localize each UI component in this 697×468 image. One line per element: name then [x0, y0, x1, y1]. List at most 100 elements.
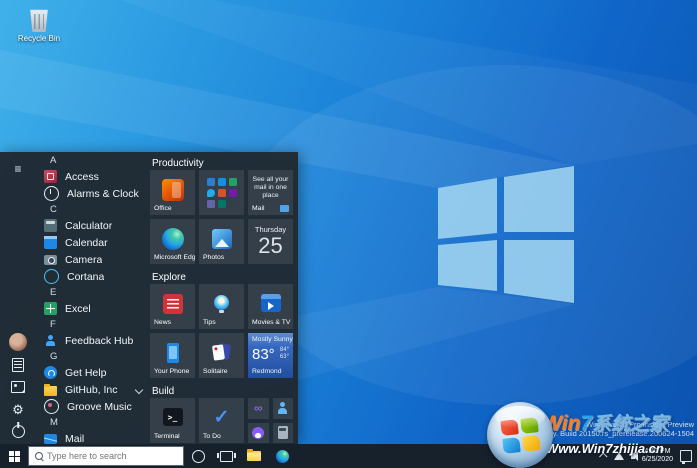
app-item-calculator[interactable]: Calculator [36, 217, 148, 234]
start-menu: ≡ ⚙ A Access Alarms & ClockCCalculator Cale… [0, 152, 298, 444]
pictures-icon [11, 381, 25, 393]
excel-icon [229, 178, 237, 186]
tile-movies-tv[interactable]: Movies & TV [248, 284, 293, 329]
app-item-label: Groove Music [67, 401, 132, 413]
app-item-cortana[interactable]: Cortana [36, 268, 148, 285]
onenote-icon [229, 189, 237, 197]
cortana-button[interactable] [184, 444, 212, 468]
folder-icon [247, 451, 261, 461]
github-folder-icon [44, 386, 57, 396]
app-item-access[interactable]: Access [36, 168, 148, 185]
tile-dev-person[interactable] [273, 398, 294, 419]
tile-office[interactable]: Office [150, 170, 195, 215]
tile-label: Solitaire [203, 368, 228, 375]
tile-solitaire[interactable]: Solitaire [199, 333, 244, 378]
app-item-label: Feedback Hub [65, 335, 133, 347]
task-view-icon [220, 451, 233, 462]
tile-calendar[interactable]: Thursday 25 [248, 219, 293, 264]
todo-check-icon: ✓ [214, 408, 230, 427]
visual-studio-icon: ∞ [254, 402, 263, 414]
hamburger-icon: ≡ [14, 163, 21, 175]
task-view-button[interactable] [212, 444, 240, 468]
power-icon [12, 425, 25, 438]
settings-button[interactable]: ⚙ [6, 398, 30, 420]
tile-group-title-productivity[interactable]: Productivity [152, 156, 298, 170]
tile-label: Your Phone [154, 368, 189, 375]
search-input[interactable] [47, 451, 183, 461]
app-item-groove-music[interactable]: Groove Music [36, 398, 148, 415]
tile-mail[interactable]: See all your mail in one place Mail [248, 170, 293, 215]
calculator-icon [278, 426, 288, 439]
action-center-icon[interactable] [680, 450, 692, 462]
tile-group-title-explore[interactable]: Explore [152, 270, 298, 284]
office-icon [162, 179, 184, 201]
file-explorer-button[interactable] [240, 444, 268, 468]
weather-city: Redmond [252, 368, 281, 375]
tile-tips[interactable]: Tips [199, 284, 244, 329]
app-item-label: Access [65, 171, 99, 183]
app-item-get-help[interactable]: Get Help [36, 364, 148, 381]
calculator-icon [44, 219, 57, 232]
calendar-icon [44, 236, 57, 249]
edge-taskbar-button[interactable] [268, 444, 296, 468]
taskbar-search[interactable] [28, 446, 184, 466]
tile-weather[interactable]: Mostly Sunny 83° 84° 63° Redmond [248, 333, 293, 378]
user-account-button[interactable] [6, 330, 30, 354]
start-button[interactable] [0, 444, 28, 468]
tile-github-desktop[interactable] [248, 423, 269, 444]
mail-tile-message: See all your mail in one place [251, 176, 290, 200]
documents-button[interactable] [6, 354, 30, 376]
app-item-alarms-clock[interactable]: Alarms & Clock [36, 185, 148, 202]
gear-icon: ⚙ [12, 403, 24, 416]
solitaire-cards-icon [211, 343, 233, 363]
power-button[interactable] [6, 420, 30, 442]
user-avatar [9, 333, 27, 351]
tips-lightbulb-icon [214, 295, 229, 310]
tile-your-phone[interactable]: Your Phone [150, 333, 195, 378]
expand-menu-button[interactable]: ≡ [6, 158, 30, 180]
app-section-header-g[interactable]: G [36, 349, 148, 364]
app-section-header-m[interactable]: M [36, 415, 148, 430]
tile-visual-studio[interactable]: ∞ [248, 398, 269, 419]
app-section-header-e[interactable]: E [36, 285, 148, 300]
app-item-mail[interactable]: Mail [36, 430, 148, 444]
recycle-bin-desktop-icon[interactable]: Recycle Bin [12, 8, 66, 43]
app-item-feedback-hub[interactable]: Feedback Hub [36, 332, 148, 349]
terminal-icon: >_ [163, 408, 183, 426]
pictures-button[interactable] [6, 376, 30, 398]
app-item-github-inc[interactable]: GitHub, Inc [36, 381, 148, 398]
tile-label: To Do [203, 433, 221, 440]
tile-label: Terminal [154, 433, 180, 440]
tile-group-title-build[interactable]: Build [152, 384, 298, 398]
small-tile-group: ∞ [248, 398, 293, 443]
tile-microsoft-edge[interactable]: Microsoft Edge [150, 219, 195, 264]
alarms-icon [44, 186, 59, 201]
tile-office-apps-folder[interactable] [199, 170, 244, 215]
github-icon [252, 427, 264, 439]
watermark-suffix: 系统之家 [592, 414, 668, 435]
app-section-header-a[interactable]: A [36, 153, 148, 168]
phone-icon [167, 343, 179, 363]
app-section-header-f[interactable]: F [36, 317, 148, 332]
weather-high-low: 84° 63° [280, 347, 289, 361]
app-item-excel[interactable]: Excel [36, 300, 148, 317]
photos-icon [212, 229, 232, 249]
outlook-icon [218, 178, 226, 186]
start-menu-rail: ≡ ⚙ [0, 152, 36, 444]
tile-news[interactable]: News [150, 284, 195, 329]
publisher-icon [218, 200, 226, 208]
tile-photos[interactable]: Photos [199, 219, 244, 264]
tile-label: Tips [203, 319, 216, 326]
app-item-calendar[interactable]: Calendar [36, 234, 148, 251]
tile-terminal[interactable]: >_ Terminal [150, 398, 195, 443]
tile-to-do[interactable]: ✓ To Do [199, 398, 244, 443]
chevron-down-icon [135, 386, 143, 394]
win7zhijia-logo-orb [487, 402, 553, 468]
tile-calculator-small[interactable] [273, 423, 294, 444]
edge-icon [162, 228, 184, 250]
app-section-header-c[interactable]: C [36, 202, 148, 217]
tile-label: Photos [203, 254, 224, 261]
app-item-label: Calendar [65, 237, 108, 249]
app-item-camera[interactable]: Camera [36, 251, 148, 268]
tile-label: Microsoft Edge [154, 254, 195, 261]
